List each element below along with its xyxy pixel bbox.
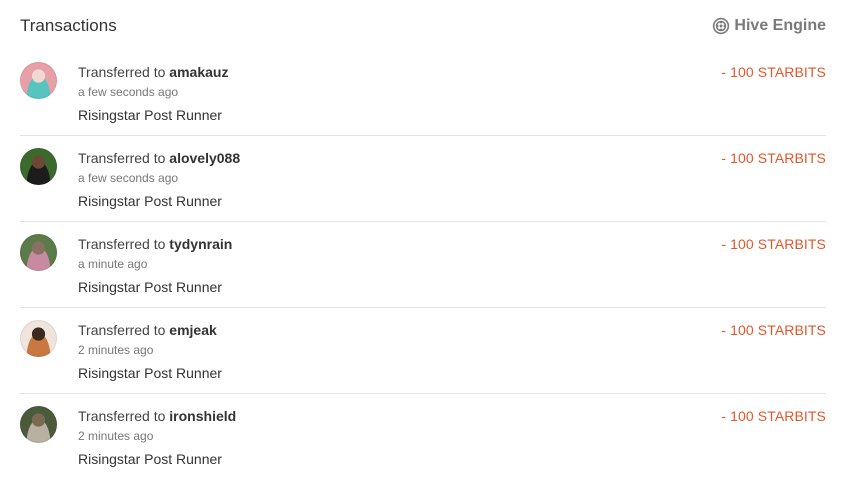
- transaction-row[interactable]: Transferred to amakauz a few seconds ago…: [20, 50, 826, 136]
- avatar[interactable]: [20, 320, 57, 357]
- transaction-row[interactable]: Transferred to tydynrain a minute ago Ri…: [20, 222, 826, 308]
- transaction-time: 2 minutes ago: [78, 343, 154, 357]
- transaction-memo: Risingstar Post Runner: [78, 451, 222, 467]
- recipient-username[interactable]: alovely088: [169, 150, 240, 166]
- transaction-time: a minute ago: [78, 257, 148, 271]
- panel-title: Transactions: [20, 15, 117, 35]
- transaction-row[interactable]: Transferred to alovely088 a few seconds …: [20, 136, 826, 222]
- transaction-time: 2 minutes ago: [78, 429, 154, 443]
- transaction-description: Transferred to amakauz: [78, 63, 826, 81]
- panel-header: Transactions Hive Engine: [20, 0, 826, 50]
- avatar[interactable]: [20, 62, 57, 99]
- avatar[interactable]: [20, 148, 57, 185]
- transaction-amount: - 100 STARBITS: [721, 408, 826, 424]
- transaction-memo: Risingstar Post Runner: [78, 279, 222, 295]
- transaction-amount: - 100 STARBITS: [721, 64, 826, 80]
- transaction-time: a few seconds ago: [78, 171, 179, 185]
- transaction-time: a few seconds ago: [78, 85, 179, 99]
- recipient-username[interactable]: tydynrain: [169, 236, 232, 252]
- transaction-row[interactable]: Transferred to ironshield 2 minutes ago …: [20, 394, 826, 480]
- recipient-username[interactable]: emjeak: [169, 322, 216, 338]
- recipient-username[interactable]: amakauz: [169, 64, 228, 80]
- transaction-description: Transferred to ironshield: [78, 407, 826, 425]
- transaction-info: Transferred to emjeak 2 minutes ago Risi…: [78, 308, 826, 393]
- transaction-info: Transferred to tydynrain a minute ago Ri…: [78, 222, 826, 307]
- transactions-panel: Transactions Hive Engine Transferred to …: [0, 0, 843, 482]
- transaction-action: Transferred to: [78, 64, 166, 80]
- transaction-memo: Risingstar Post Runner: [78, 365, 222, 381]
- transaction-list: Transferred to amakauz a few seconds ago…: [20, 50, 826, 480]
- recipient-username[interactable]: ironshield: [169, 408, 236, 424]
- transaction-description: Transferred to tydynrain: [78, 235, 826, 253]
- hive-engine-icon: [712, 17, 730, 35]
- transaction-action: Transferred to: [78, 408, 166, 424]
- transaction-info: Transferred to ironshield 2 minutes ago …: [78, 394, 826, 480]
- transaction-action: Transferred to: [78, 322, 166, 338]
- transaction-memo: Risingstar Post Runner: [78, 193, 222, 209]
- transaction-amount: - 100 STARBITS: [721, 236, 826, 252]
- transaction-info: Transferred to amakauz a few seconds ago…: [78, 50, 826, 135]
- transaction-amount: - 100 STARBITS: [721, 150, 826, 166]
- avatar[interactable]: [20, 234, 57, 271]
- transaction-action: Transferred to: [78, 236, 166, 252]
- transaction-memo: Risingstar Post Runner: [78, 107, 222, 123]
- transaction-row[interactable]: Transferred to emjeak 2 minutes ago Risi…: [20, 308, 826, 394]
- transaction-description: Transferred to emjeak: [78, 321, 826, 339]
- avatar[interactable]: [20, 406, 57, 443]
- transaction-action: Transferred to: [78, 150, 166, 166]
- hive-engine-link[interactable]: Hive Engine: [712, 17, 826, 35]
- hive-engine-label: Hive Engine: [734, 16, 826, 34]
- transaction-info: Transferred to alovely088 a few seconds …: [78, 136, 826, 221]
- transaction-amount: - 100 STARBITS: [721, 322, 826, 338]
- transaction-description: Transferred to alovely088: [78, 149, 826, 167]
